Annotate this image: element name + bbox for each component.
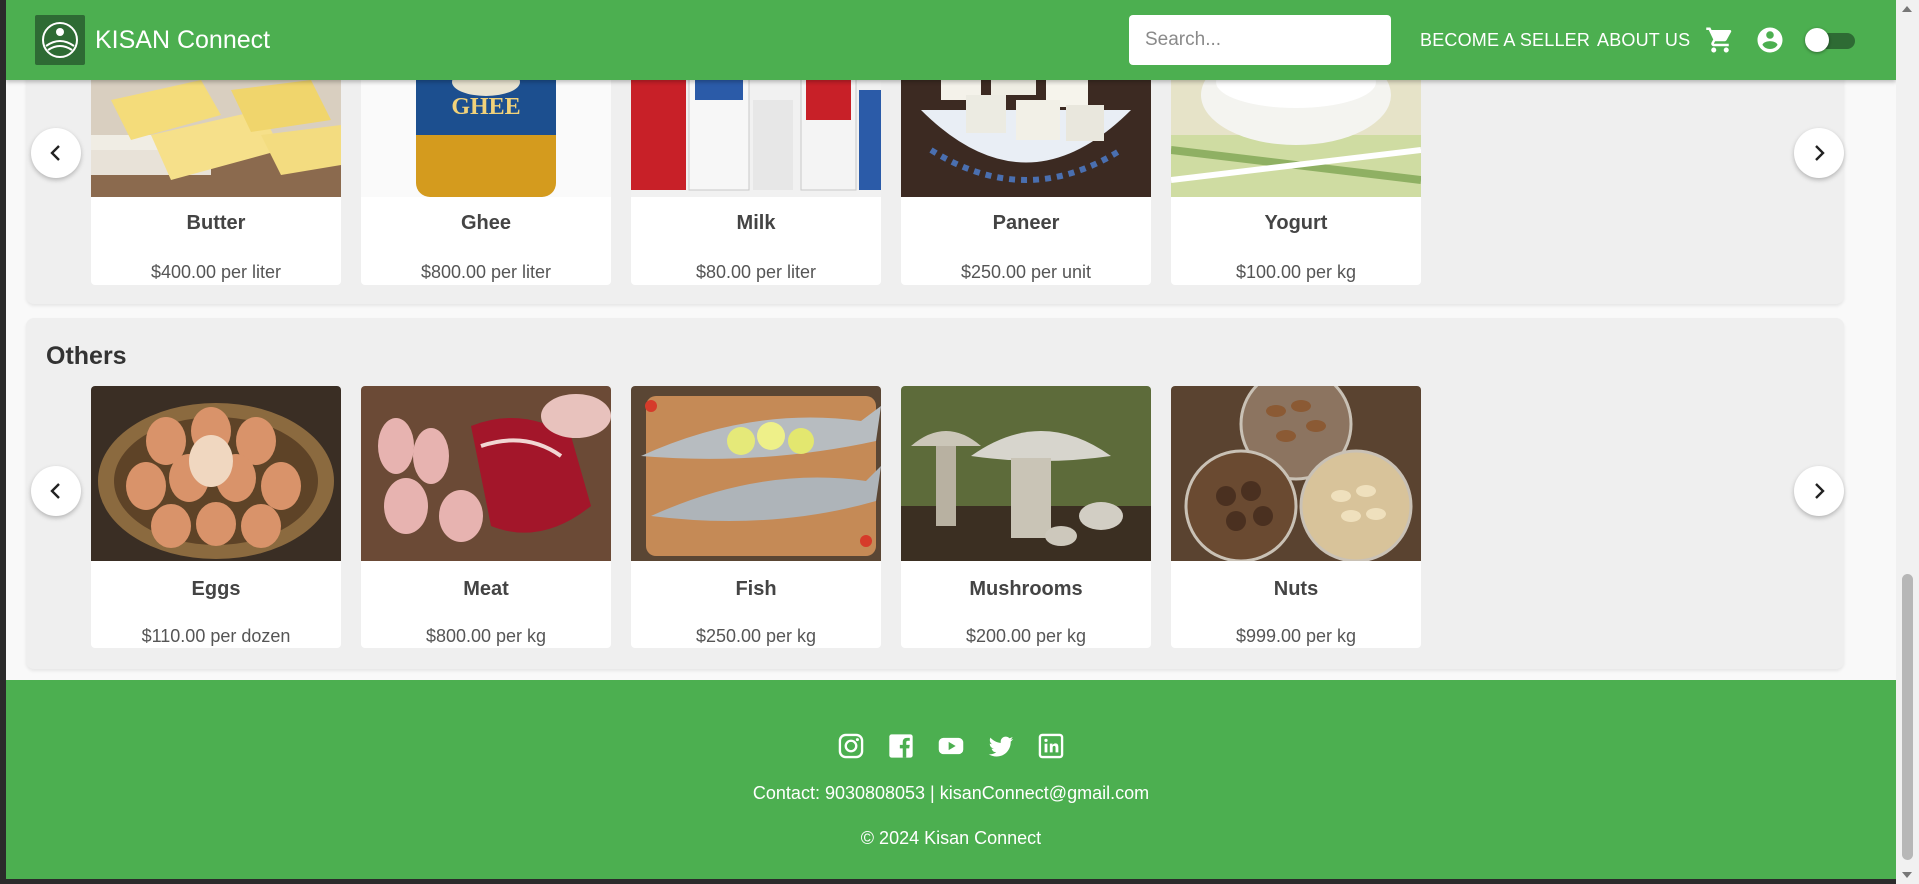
product-card[interactable]: Nuts $999.00 per kg <box>1171 386 1421 648</box>
window-bottom-edge <box>0 879 1896 884</box>
svg-text:GHEE: GHEE <box>451 94 520 120</box>
scroll-up-arrow[interactable] <box>1902 6 1912 12</box>
section-title: Others <box>46 342 127 370</box>
logo[interactable] <box>35 15 85 65</box>
page: KISAN Connect BECOME A SELLER ABOUT US <box>6 0 1896 879</box>
product-name: Milk <box>736 212 776 234</box>
scroll-right-button[interactable] <box>1794 466 1844 516</box>
product-card[interactable]: Mushrooms $200.00 per kg <box>901 386 1151 648</box>
cart-icon[interactable] <box>1705 25 1735 55</box>
product-name: Butter <box>186 212 246 234</box>
nuts-image <box>1171 386 1421 561</box>
mushrooms-image <box>901 386 1151 561</box>
footer: Contact: 9030808053 | kisanConnect@gmail… <box>6 680 1896 879</box>
twitter-icon[interactable] <box>987 732 1015 760</box>
youtube-icon[interactable] <box>937 732 965 760</box>
scrollbar-thumb[interactable] <box>1902 574 1913 860</box>
become-seller-link[interactable]: BECOME A SELLER <box>1420 30 1590 50</box>
product-price: $800.00 per kg <box>425 626 547 646</box>
about-us-link[interactable]: ABOUT US <box>1597 30 1690 50</box>
product-price: $250.00 per unit <box>960 262 1092 282</box>
product-price: $110.00 per dozen <box>141 626 291 646</box>
page-scrollbar[interactable] <box>1896 0 1919 884</box>
product-price: $250.00 per kg <box>695 626 817 646</box>
facebook-icon[interactable] <box>887 732 915 760</box>
meat-image <box>361 386 611 561</box>
fish-image <box>631 386 881 561</box>
others-section: Others Eggs $110.00 per dozen Meat $800.… <box>26 318 1844 669</box>
product-name: Ghee <box>460 212 512 234</box>
product-name: Eggs <box>191 578 241 600</box>
toggle-knob <box>1805 28 1829 52</box>
product-name: Meat <box>463 578 509 600</box>
chevron-right-icon <box>1815 145 1825 161</box>
product-price: $800.00 per liter <box>420 262 552 282</box>
product-card[interactable]: Fish $250.00 per kg <box>631 386 881 648</box>
search-input[interactable] <box>1129 15 1391 65</box>
chevron-left-icon <box>50 483 60 499</box>
logo-icon <box>42 22 78 58</box>
product-price: $400.00 per liter <box>150 262 282 282</box>
contact-info: Contact: 9030808053 | kisanConnect@gmail… <box>752 783 1150 803</box>
brand-name[interactable]: KISAN Connect <box>95 25 270 55</box>
product-name: Fish <box>735 578 777 600</box>
account-icon[interactable] <box>1755 25 1785 55</box>
scroll-left-button[interactable] <box>31 128 81 178</box>
product-price: $80.00 per liter <box>695 262 817 282</box>
product-price: $999.00 per kg <box>1235 626 1357 646</box>
linkedin-icon[interactable] <box>1037 732 1065 760</box>
product-card[interactable]: Eggs $110.00 per dozen <box>91 386 341 648</box>
product-card[interactable]: Meat $800.00 per kg <box>361 386 611 648</box>
product-name: Nuts <box>1273 578 1319 600</box>
chevron-left-icon <box>50 145 60 161</box>
eggs-image <box>91 386 341 561</box>
top-navbar: KISAN Connect BECOME A SELLER ABOUT US <box>6 0 1896 80</box>
product-price: $200.00 per kg <box>965 626 1087 646</box>
product-name: Mushrooms <box>969 578 1083 600</box>
scroll-right-button[interactable] <box>1794 128 1844 178</box>
scroll-left-button[interactable] <box>31 466 81 516</box>
product-name: Yogurt <box>1264 212 1328 234</box>
chevron-right-icon <box>1815 483 1825 499</box>
instagram-icon[interactable] <box>837 732 865 760</box>
product-price: $100.00 per kg <box>1235 262 1357 282</box>
theme-toggle[interactable] <box>1805 27 1855 53</box>
copyright: © 2024 Kisan Connect <box>860 828 1042 848</box>
scroll-down-arrow[interactable] <box>1902 872 1912 878</box>
product-name: Paneer <box>992 212 1060 234</box>
